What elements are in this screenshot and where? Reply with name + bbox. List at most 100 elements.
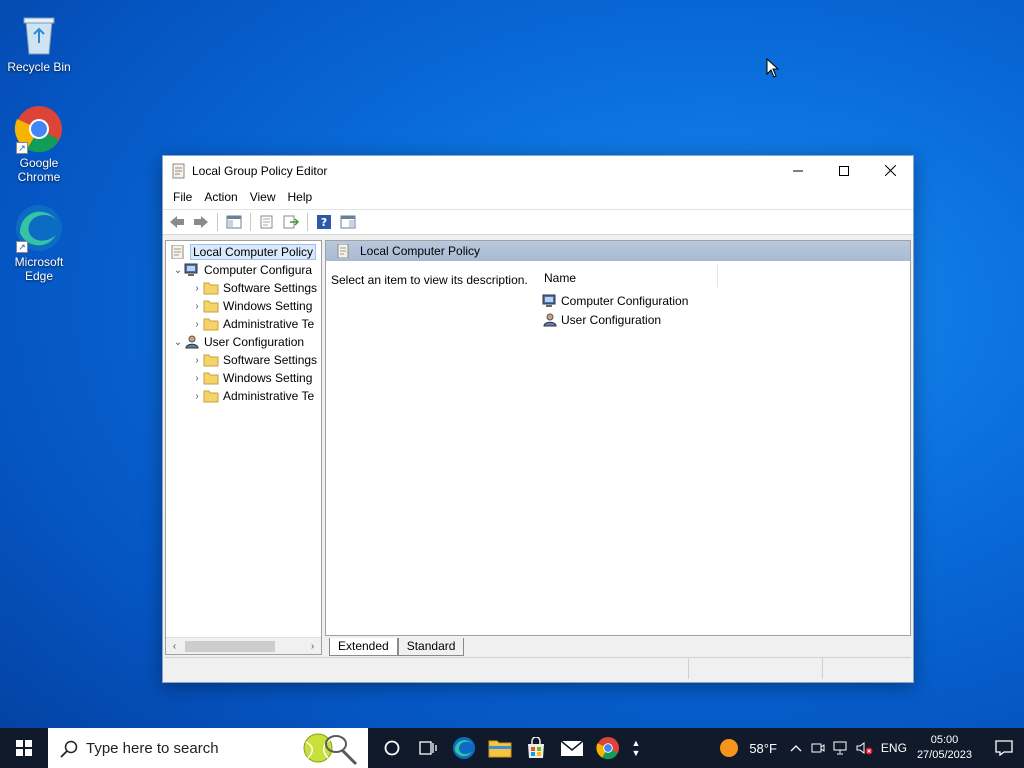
action-pane-icon: [340, 215, 356, 229]
forward-button[interactable]: [191, 212, 211, 232]
windows-logo-icon: [16, 740, 32, 756]
scroll-right-icon[interactable]: ›: [304, 641, 321, 652]
chevron-right-icon[interactable]: ›: [191, 283, 203, 294]
chevron-up-icon[interactable]: ▲: [632, 738, 641, 748]
menu-view[interactable]: View: [244, 190, 282, 204]
minimize-button[interactable]: [775, 156, 821, 185]
show-hide-console-tree-button[interactable]: [224, 212, 244, 232]
taskbar-mail-button[interactable]: [554, 728, 590, 768]
search-highlight-tennis-icon: [303, 733, 358, 766]
minimize-icon: [793, 170, 803, 171]
tree-item-user-configuration[interactable]: ⌄ User Configuration: [166, 333, 321, 351]
tree-item-cc-administrative-templates[interactable]: › Administrative Te: [166, 315, 321, 333]
desktop-icon-recycle-bin[interactable]: Recycle Bin: [1, 8, 77, 74]
help-button[interactable]: ?: [314, 212, 334, 232]
chrome-icon: ↗: [14, 104, 64, 154]
chevron-right-icon[interactable]: ›: [191, 319, 203, 330]
chevron-right-icon[interactable]: ›: [191, 373, 203, 384]
tree-item-label: Local Computer Policy: [190, 244, 317, 260]
desktop-icon-microsoft-edge[interactable]: ↗ Microsoft Edge: [1, 203, 77, 283]
weather-widget[interactable]: 58°F: [711, 728, 785, 768]
back-button[interactable]: [167, 212, 187, 232]
details-header: Local Computer Policy: [326, 241, 910, 261]
volume-button[interactable]: [853, 728, 877, 768]
folder-icon: [203, 390, 219, 403]
policy-icon: [171, 245, 184, 259]
tree-item-uc-software-settings[interactable]: › Software Settings: [166, 351, 321, 369]
help-icon: ?: [317, 215, 331, 229]
group-policy-editor-window: Local Group Policy Editor File Action Vi…: [162, 155, 914, 683]
tree-item-uc-windows-settings[interactable]: › Windows Setting: [166, 369, 321, 387]
shortcut-arrow-icon: ↗: [16, 241, 28, 253]
computer-icon: [184, 263, 198, 276]
tab-standard[interactable]: Standard: [397, 638, 465, 656]
title-bar[interactable]: Local Group Policy Editor: [163, 156, 913, 185]
computer-icon: [542, 294, 556, 307]
taskbar-file-explorer-button[interactable]: [482, 728, 518, 768]
volume-muted-icon: [856, 742, 873, 755]
desktop-icon-google-chrome[interactable]: ↗ Google Chrome: [1, 104, 77, 184]
status-section: [823, 658, 907, 679]
list-item-label: Computer Configuration: [561, 294, 689, 308]
chevron-down-icon[interactable]: ▼: [632, 748, 641, 758]
list-item-label: User Configuration: [561, 313, 662, 327]
meet-now-button[interactable]: [807, 728, 829, 768]
search-placeholder: Type here to search: [86, 739, 219, 757]
tree-item-uc-administrative-templates[interactable]: › Administrative Te: [166, 387, 321, 405]
menu-file[interactable]: File: [167, 190, 198, 204]
taskbar-clock[interactable]: 05:00 27/05/2023: [917, 733, 972, 763]
desktop-icon-label: Recycle Bin: [7, 60, 71, 74]
view-tabs: Extended Standard: [329, 638, 465, 656]
tree-item-computer-configuration[interactable]: ⌄ Computer Configura: [166, 261, 321, 279]
chevron-right-icon[interactable]: ›: [191, 391, 203, 402]
export-list-button[interactable]: [281, 212, 301, 232]
properties-icon: [260, 215, 273, 229]
properties-button[interactable]: [257, 212, 277, 232]
chevron-down-icon[interactable]: ⌄: [172, 337, 184, 348]
tree-item-cc-windows-settings[interactable]: › Windows Setting: [166, 297, 321, 315]
cortana-button[interactable]: [374, 728, 410, 768]
tree-item-label: Windows Setting: [223, 299, 313, 313]
folder-icon: [203, 318, 219, 331]
tree-item-cc-software-settings[interactable]: › Software Settings: [166, 279, 321, 297]
chrome-icon: [596, 736, 620, 760]
taskbar-edge-button[interactable]: [446, 728, 482, 768]
policy-icon: [337, 244, 349, 258]
close-icon: [884, 165, 896, 176]
show-hidden-icons-button[interactable]: [785, 728, 807, 768]
taskbar-search-box[interactable]: Type here to search: [48, 728, 368, 768]
tree-item-label: User Configuration: [204, 335, 305, 349]
shortcut-arrow-icon: ↗: [16, 142, 28, 154]
desktop-icon-label: Google Chrome: [17, 156, 61, 184]
network-button[interactable]: [829, 728, 853, 768]
input-language-button[interactable]: ENG: [877, 728, 911, 768]
maximize-button[interactable]: [821, 156, 867, 185]
status-section: [689, 658, 823, 679]
menu-action[interactable]: Action: [198, 190, 243, 204]
tree-item-label: Software Settings: [223, 353, 318, 367]
menu-help[interactable]: Help: [282, 190, 319, 204]
close-button[interactable]: [867, 156, 913, 185]
start-button[interactable]: [0, 728, 48, 768]
action-center-button[interactable]: [984, 728, 1024, 768]
column-header-name[interactable]: Name: [538, 265, 718, 287]
chevron-right-icon[interactable]: ›: [191, 301, 203, 312]
chevron-down-icon[interactable]: ⌄: [172, 265, 184, 276]
list-item-user-configuration[interactable]: User Configuration: [542, 311, 661, 329]
tab-extended[interactable]: Extended: [329, 638, 398, 656]
window-title: Local Group Policy Editor: [192, 163, 328, 178]
taskbar-chrome-button[interactable]: [590, 728, 626, 768]
taskbar-store-button[interactable]: [518, 728, 554, 768]
scrollbar-thumb[interactable]: [185, 640, 275, 652]
tree-horizontal-scrollbar[interactable]: ‹ ›: [166, 637, 321, 654]
tree-item-local-computer-policy[interactable]: Local Computer Policy: [166, 243, 321, 261]
console-tree-icon: [226, 215, 242, 229]
content-area: Local Computer Policy ⌄ Computer Configu…: [165, 240, 911, 656]
show-action-pane-button[interactable]: [338, 212, 358, 232]
list-item-computer-configuration[interactable]: Computer Configuration: [542, 292, 688, 310]
task-view-button[interactable]: [410, 728, 446, 768]
user-icon: [543, 313, 557, 327]
taskbar-overflow-scroll[interactable]: ▲ ▼: [626, 728, 646, 768]
scroll-left-icon[interactable]: ‹: [166, 641, 183, 652]
chevron-right-icon[interactable]: ›: [191, 355, 203, 366]
